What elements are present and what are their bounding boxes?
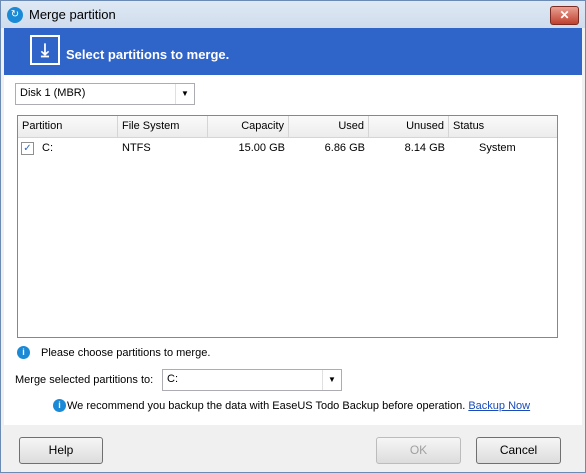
hint-text: Please choose partitions to merge. [41,347,211,359]
checkmark-icon: ✓ [23,143,32,154]
partition-checkbox[interactable]: ✓ [21,142,34,155]
banner-title: Select partitions to merge. [66,47,230,62]
merge-to-select[interactable]: C: ▼ [162,369,342,391]
partition-table: Partition File System Capacity Used Unus… [17,115,558,338]
column-header-used[interactable]: Used [289,116,369,137]
app-icon: ↻ [7,7,23,23]
info-icon: i [17,346,30,359]
table-header: Partition File System Capacity Used Unus… [18,116,557,138]
merge-partition-window: ↻ Merge partition ✕ ⤓ Select partitions … [0,0,586,473]
column-header-unused[interactable]: Unused [369,116,449,137]
info-icon: i [53,399,66,412]
backup-now-link[interactable]: Backup Now [468,400,530,412]
cell-status: System [479,142,516,154]
close-button[interactable]: ✕ [550,6,579,25]
cell-partition: C: [42,142,53,154]
merge-to-label: Merge selected partitions to: [15,374,154,386]
recommend-text: We recommend you backup the data with Ea… [67,400,530,412]
title-bar: ↻ Merge partition ✕ [1,1,585,28]
column-header-capacity[interactable]: Capacity [208,116,289,137]
ok-button[interactable]: OK [376,437,461,464]
content-area: Disk 1 (MBR) ▼ Partition File System Cap… [4,75,582,425]
header-banner: ⤓ Select partitions to merge. [4,28,582,75]
cell-capacity: 15.00 GB [238,142,285,154]
recommend-message: We recommend you backup the data with Ea… [67,400,466,412]
cell-used: 6.86 GB [324,142,365,154]
help-button[interactable]: Help [19,437,103,464]
merge-icon: ⤓ [30,35,60,65]
table-row[interactable]: ✓ C: NTFS 15.00 GB 6.86 GB 8.14 GB Syste… [18,138,557,158]
chevron-down-icon[interactable]: ▼ [322,370,341,390]
cell-unused: 8.14 GB [404,142,445,154]
chevron-down-icon[interactable]: ▼ [175,84,194,104]
merge-to-value: C: [167,373,178,385]
window-title: Merge partition [29,7,116,22]
column-header-partition[interactable]: Partition [18,116,118,137]
column-header-status[interactable]: Status [449,116,557,137]
disk-select[interactable]: Disk 1 (MBR) ▼ [15,83,195,105]
disk-select-value: Disk 1 (MBR) [20,87,86,99]
column-header-file-system[interactable]: File System [118,116,208,137]
cell-file-system: NTFS [122,142,151,154]
cancel-button[interactable]: Cancel [476,437,561,464]
